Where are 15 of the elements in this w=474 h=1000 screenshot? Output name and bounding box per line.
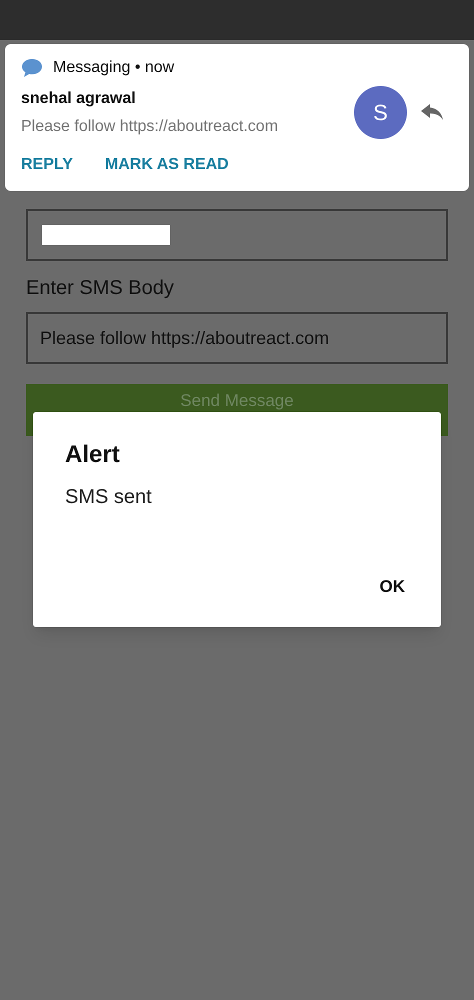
sender-name: snehal agrawal: [21, 88, 137, 108]
phone-field[interactable]: [26, 209, 448, 261]
dialog-title: Alert: [65, 440, 120, 470]
notification-card[interactable]: Messaging • now snehal agrawal Please follow https://aboutreact.com S REPLY MARK AS READ: [5, 44, 469, 191]
notification-action[interactable]: MARK AS READ: [104, 153, 229, 177]
dialog-message: SMS sent: [65, 485, 152, 510]
app-name-time: Messaging • now: [53, 58, 174, 78]
ok-button[interactable]: OK: [376, 574, 409, 599]
sms-body-field[interactable]: Please follow https://aboutreact.com: [26, 312, 448, 364]
message-preview: Please follow https://aboutreact.com: [21, 116, 280, 136]
field-label: Enter SMS Body: [26, 276, 175, 300]
notification-action[interactable]: REPLY: [21, 153, 73, 177]
avatar: S: [354, 86, 407, 139]
reply-icon[interactable]: [421, 104, 445, 122]
chat-bubble-icon: [21, 58, 43, 78]
